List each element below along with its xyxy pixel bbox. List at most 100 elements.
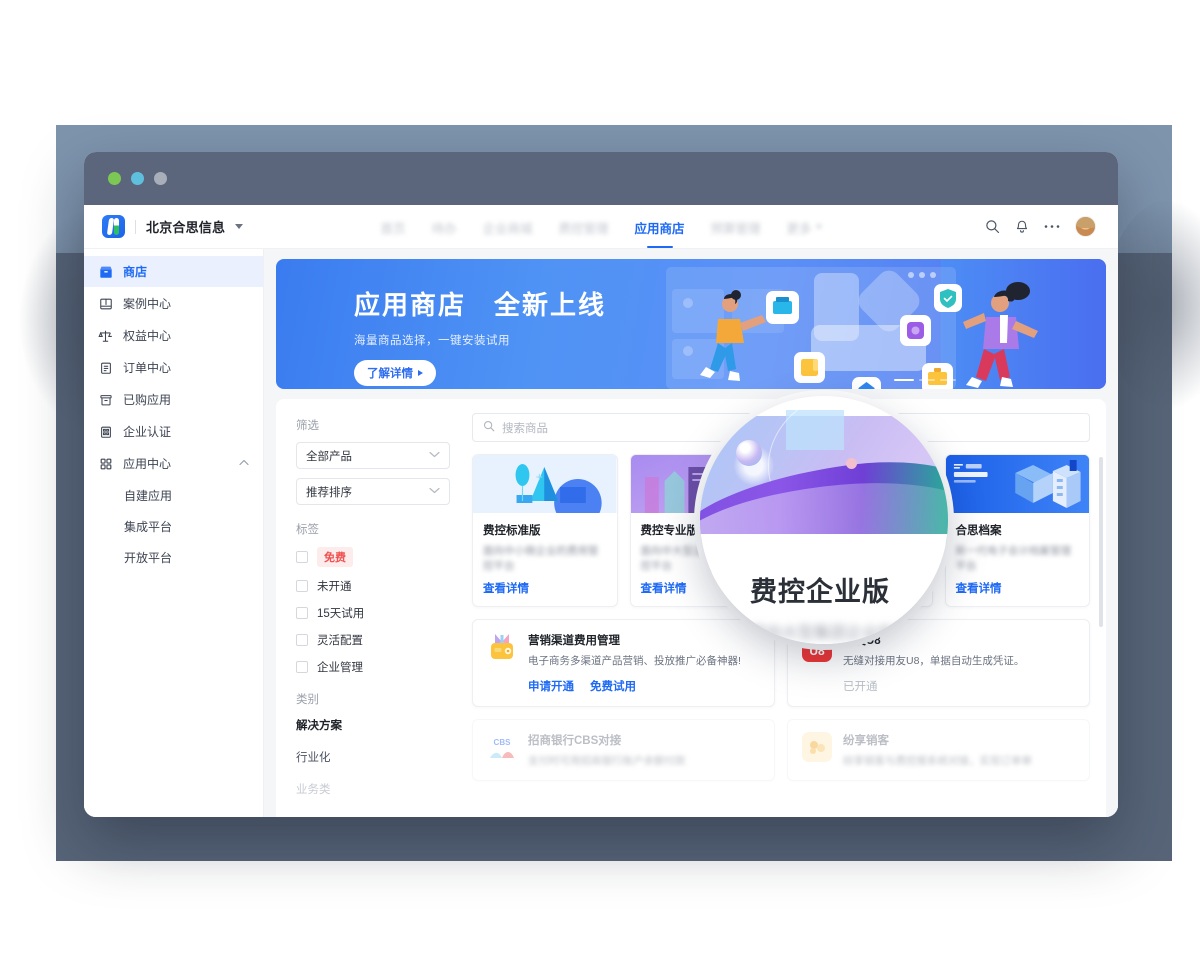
product-detail-link[interactable]: 查看详情 — [483, 580, 607, 596]
sidebar-item-app-center[interactable]: 应用中心 — [84, 448, 263, 479]
app-card-fxiaoke[interactable]: 纷享销客 纷享销客与费控报系统对接，实现订单审 — [787, 719, 1090, 781]
magnified-product-desc: 面向大型集团企业的费用管控平台 — [750, 625, 911, 642]
product-card-archive[interactable]: 合思档案 新一代电子会计档案管理平台 查看详情 — [944, 454, 1090, 607]
sidebar-item-store[interactable]: 商店 — [84, 256, 263, 287]
tag-checkbox-free[interactable]: 免费 — [296, 547, 450, 567]
sidebar-item-purchased[interactable]: 已购应用 — [84, 384, 263, 415]
traffic-light-blue[interactable] — [131, 172, 144, 185]
banner-slide-dots[interactable] — [894, 378, 956, 381]
sidebar-item-orders[interactable]: 订单中心 — [84, 352, 263, 383]
sidebar-item-benefits-label: 权益中心 — [123, 329, 172, 343]
search-icon[interactable] — [985, 219, 1000, 234]
grid-icon — [98, 456, 113, 471]
sidebar-item-cases-label: 案例中心 — [123, 297, 172, 311]
tag-checkbox-trial[interactable]: 15天试用 — [296, 605, 450, 621]
app-card-row-2: CBS 招商银行CBS对接 支付时可用招商银行账户余额付款 纷享销客 纷享销客与… — [472, 719, 1090, 781]
svg-text:CBS: CBS — [494, 738, 512, 747]
banner-cta-button[interactable]: 了解详情 — [354, 360, 436, 386]
magnified-product-thumb — [700, 396, 948, 580]
search-input-placeholder[interactable]: 搜索商品 — [502, 420, 548, 436]
building-icon — [98, 424, 113, 439]
slide-dot-1[interactable] — [919, 378, 935, 381]
checkbox-icon[interactable] — [296, 661, 308, 673]
nav-item-1[interactable]: 待办 — [431, 205, 456, 249]
category-heading: 类别 — [296, 694, 319, 706]
checkbox-icon[interactable] — [296, 551, 308, 563]
nav-item-2[interactable]: 企业商城 — [482, 205, 532, 249]
avatar[interactable] — [1075, 216, 1096, 237]
tag-enterprise-label: 企业管理 — [317, 662, 363, 674]
banner-title: 应用商店 全新上线 — [354, 290, 607, 320]
app-name: 纷享销客 — [843, 735, 889, 747]
tag-free-label: 免费 — [317, 547, 353, 567]
nav-item-5[interactable]: 预算管理 — [711, 205, 761, 249]
blue-city-thumb — [473, 455, 617, 527]
yonyou-u8-icon-bottom: U8 — [809, 643, 825, 658]
fxiaoke-icon — [802, 732, 832, 762]
store-icon — [98, 264, 113, 279]
more-icon[interactable] — [1044, 224, 1060, 229]
product-type-select[interactable]: 全部产品 — [296, 442, 450, 469]
app-desc: 无缝对接用友U8，单据自动生成凭证。 — [843, 655, 1025, 667]
sidebar-subitem-open-platform[interactable]: 开放平台 — [84, 542, 263, 573]
slide-dot-2[interactable] — [940, 378, 956, 381]
traffic-light-gray[interactable] — [154, 172, 167, 185]
sidebar-item-cases[interactable]: 案例中心 — [84, 288, 263, 319]
archive-icon — [98, 392, 113, 407]
app-desc: 支付时可用招商银行账户余额付款 — [528, 755, 686, 767]
product-card-body: 合思档案 新一代电子会计档案管理平台 查看详情 — [946, 513, 1090, 606]
banner-text: 应用商店 全新上线 海量商品选择，一键安装试用 了解详情 — [354, 285, 606, 386]
filter-sidebar: 筛选 全部产品 推荐排序 标签 免费 未开通 15天试用 灵活配置 企业管理 类… — [276, 399, 466, 817]
banner-subtitle: 海量商品选择，一键安装试用 — [354, 335, 510, 347]
tag-flexible-label: 灵活配置 — [317, 635, 363, 647]
slide-dot-0[interactable] — [894, 378, 914, 381]
nav-item-0[interactable]: 首页 — [380, 205, 405, 249]
sidebar-item-benefits[interactable]: 权益中心 — [84, 320, 263, 351]
category-item-industry[interactable]: 行业化 — [296, 749, 450, 765]
sidebar: 商店 案例中心 权益中心 订单中心 已购应用 企业认证 应用中心 自建应用 集成… — [84, 249, 264, 817]
content-scrollbar[interactable] — [1099, 457, 1103, 627]
filter-heading: 筛选 — [296, 420, 319, 432]
tag-checkbox-flexible[interactable]: 灵活配置 — [296, 632, 450, 648]
nav-item-more[interactable]: 更多 — [787, 205, 822, 249]
sidebar-subitem-self-built[interactable]: 自建应用 — [84, 480, 263, 511]
checkbox-icon[interactable] — [296, 634, 308, 646]
store-panel: 筛选 全部产品 推荐排序 标签 免费 未开通 15天试用 灵活配置 企业管理 类… — [276, 399, 1106, 817]
sidebar-item-orders-label: 订单中心 — [123, 361, 172, 375]
app-name: 招商银行CBS对接 — [528, 735, 622, 747]
app-topbar: 北京合思信息 首页 待办 企业商城 费控管理 应用商店 预算管理 更多 — [84, 205, 1118, 249]
brand-block[interactable]: 北京合思信息 — [102, 215, 244, 238]
hese-logo-icon — [102, 215, 125, 238]
sidebar-item-certification[interactable]: 企业认证 — [84, 416, 263, 447]
triangle-right-icon — [418, 370, 423, 376]
nav-item-3[interactable]: 费控管理 — [558, 205, 608, 249]
sidebar-subitem-integration[interactable]: 集成平台 — [84, 511, 263, 542]
promo-banner[interactable]: 应用商店 全新上线 海量商品选择，一键安装试用 了解详情 — [276, 259, 1106, 389]
sort-select-value: 推荐排序 — [306, 486, 352, 499]
app-action-trial[interactable]: 免费试用 — [590, 678, 636, 694]
app-action-apply[interactable]: 申请开通 — [528, 678, 574, 694]
tag-checkbox-enterprise[interactable]: 企业管理 — [296, 659, 450, 675]
category-item-solution[interactable]: 解决方案 — [296, 717, 450, 733]
clipboard-icon — [98, 360, 113, 375]
product-detail-link[interactable]: 查看详情 — [956, 580, 1080, 596]
caret-down-icon[interactable] — [235, 224, 244, 229]
banner-cta-label: 了解详情 — [367, 368, 413, 380]
tag-checkbox-not-opened[interactable]: 未开通 — [296, 578, 450, 594]
sidebar-item-store-label: 商店 — [123, 265, 148, 279]
traffic-light-green[interactable] — [108, 172, 121, 185]
category-item-business[interactable]: 业务类 — [296, 781, 450, 797]
nav-item-app-store[interactable]: 应用商店 — [635, 205, 685, 249]
archive-system-thumb — [945, 455, 1089, 513]
app-card-cmb-cbs[interactable]: CBS 招商银行CBS对接 支付时可用招商银行账户余额付款 — [472, 719, 775, 781]
chevron-up-icon[interactable] — [239, 458, 249, 469]
checkbox-icon[interactable] — [296, 580, 308, 592]
tag-trial-label: 15天试用 — [317, 608, 365, 620]
chevron-down-icon — [815, 225, 822, 229]
checkbox-icon[interactable] — [296, 607, 308, 619]
product-card-standard[interactable]: 费控标准版 面向中小微企业的费用管控平台 查看详情 — [472, 454, 618, 607]
sort-select[interactable]: 推荐排序 — [296, 478, 450, 505]
magnifier-overlay: 费控企业版 面向大型集团企业的费用管控平台 — [700, 396, 948, 644]
bell-icon[interactable] — [1015, 219, 1029, 234]
browser-window: 北京合思信息 首页 待办 企业商城 费控管理 应用商店 预算管理 更多 商店 案… — [84, 152, 1118, 817]
